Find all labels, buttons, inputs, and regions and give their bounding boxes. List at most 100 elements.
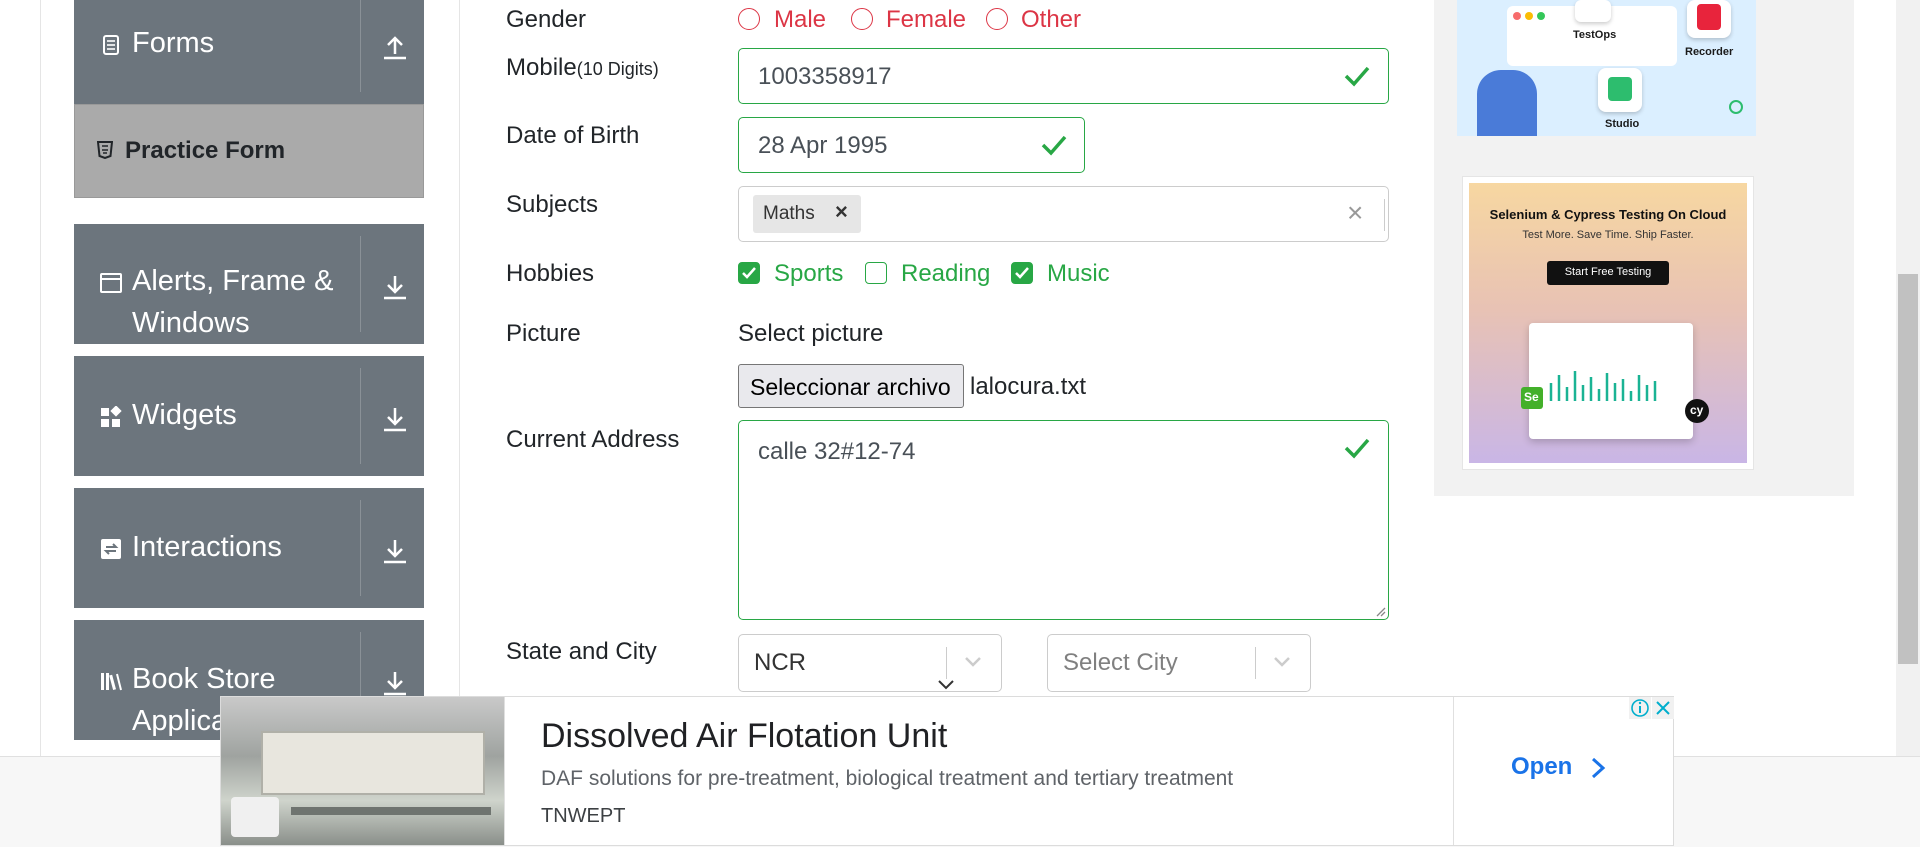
sidebar-group-label: Book Store — [132, 663, 276, 695]
subject-chip-label: Maths — [763, 203, 815, 224]
radio-other[interactable] — [986, 8, 1008, 30]
sidebar-group-label: Forms — [132, 27, 215, 59]
file-upload-button[interactable]: Seleccionar archivo — [738, 364, 964, 408]
checkbox-sports[interactable] — [738, 262, 760, 284]
ad-open-button[interactable]: Open — [1511, 753, 1611, 789]
dashboard-illustration — [1529, 323, 1693, 439]
radio-female[interactable] — [851, 8, 873, 30]
mobile-label: Mobile(10 Digits) — [506, 54, 659, 81]
resize-handle-icon[interactable] — [1374, 605, 1386, 617]
download-arrow-icon[interactable] — [378, 534, 412, 568]
decor-circle — [1729, 100, 1743, 114]
katalon-ad[interactable]: TestOps Recorder Studio — [1457, 0, 1756, 136]
studio-mark — [1608, 77, 1632, 101]
sidebar-item-practice-form[interactable]: Practice Form — [74, 104, 424, 198]
picture-label: Picture — [506, 320, 581, 347]
divider — [360, 236, 361, 332]
download-arrow-icon[interactable] — [378, 666, 412, 700]
sidebar-group-forms[interactable]: Forms — [74, 0, 424, 104]
current-address-label: Current Address — [506, 426, 680, 453]
sidebar-item-label: Practice Form — [125, 137, 286, 164]
sidebar-group-widgets[interactable]: Widgets — [74, 356, 424, 476]
check-icon — [1015, 267, 1029, 279]
chevron-down-icon[interactable] — [1273, 655, 1291, 669]
checkbox-label-music[interactable]: Music — [1047, 260, 1110, 288]
current-address-value: calle 32#12-74 — [758, 438, 916, 465]
pipe-illustration — [291, 807, 491, 815]
chevron-down-icon[interactable] — [964, 655, 982, 669]
download-arrow-icon[interactable] — [378, 270, 412, 304]
testops-logo-icon — [1575, 0, 1611, 22]
chevron-down-icon — [938, 680, 954, 690]
badge-label: Se — [1524, 390, 1539, 404]
ad-title: Selenium & Cypress Testing On Cloud — [1489, 207, 1727, 222]
lambdatest-ad[interactable]: Selenium & Cypress Testing On Cloud Test… — [1462, 176, 1754, 470]
divider — [360, 0, 361, 92]
download-arrow-icon[interactable] — [378, 402, 412, 436]
check-icon — [742, 267, 756, 279]
badge-label: cy — [1690, 403, 1704, 417]
checkbox-label-reading[interactable]: Reading — [901, 260, 990, 288]
current-address-textarea[interactable]: calle 32#12-74 — [738, 420, 1389, 620]
divider — [1453, 697, 1454, 845]
clear-icon[interactable]: × — [1347, 197, 1363, 229]
gender-label: Gender — [506, 6, 587, 33]
container-illustration — [231, 797, 279, 837]
ad-subtitle: Test More. Save Time. Ship Faster. — [1522, 229, 1694, 241]
subjects-label: Subjects — [506, 191, 599, 218]
ad-product-image — [221, 697, 504, 845]
content-border — [459, 0, 460, 756]
radio-label-female[interactable]: Female — [886, 6, 966, 34]
scrollbar-thumb[interactable] — [1898, 274, 1918, 664]
divider — [946, 647, 947, 679]
subject-chip: Maths × — [753, 195, 861, 233]
robot-illustration — [1477, 70, 1537, 136]
close-icon — [1656, 701, 1670, 715]
info-icon — [1631, 699, 1649, 717]
ad-advertiser: TNWEPT — [541, 805, 626, 827]
sidebar-group-label-line2: Applica — [132, 705, 228, 737]
dob-value: 28 Apr 1995 — [758, 132, 888, 159]
city-select-placeholder: Select City — [1063, 649, 1178, 676]
city-select[interactable]: Select City — [1047, 634, 1311, 692]
ad-headline: Dissolved Air Flotation Unit — [541, 717, 948, 755]
radio-label-other[interactable]: Other — [1021, 6, 1081, 34]
ad-close-icon[interactable] — [1652, 697, 1674, 719]
ad-label: TestOps — [1573, 29, 1617, 41]
upload-arrow-icon[interactable] — [378, 30, 412, 64]
chip-remove-icon[interactable]: × — [835, 199, 848, 225]
sidebar-border — [40, 0, 41, 756]
bottom-banner-ad[interactable]: Dissolved Air Flotation Unit DAF solutio… — [220, 696, 1674, 846]
radio-label-male[interactable]: Male — [774, 6, 826, 34]
widgets-icon — [101, 406, 122, 427]
checkbox-label-sports[interactable]: Sports — [774, 260, 843, 288]
recorder-mark — [1697, 4, 1721, 30]
checkbox-reading[interactable] — [865, 262, 887, 284]
recorder-logo-icon — [1687, 0, 1731, 38]
state-select[interactable]: NCR — [738, 634, 1002, 692]
sidebar-group-interactions[interactable]: Interactions — [74, 488, 424, 608]
sidebar-group-alerts[interactable]: Alerts, Frame & Windows — [74, 224, 424, 344]
cypress-badge-icon: cy — [1685, 399, 1709, 423]
state-select-value: NCR — [754, 649, 806, 676]
ad-label: Recorder — [1685, 46, 1734, 58]
dob-input[interactable]: 28 Apr 1995 — [738, 117, 1085, 173]
radio-male[interactable] — [738, 8, 760, 30]
dob-label: Date of Birth — [506, 122, 640, 149]
html5-icon — [97, 141, 113, 159]
check-icon — [1344, 66, 1370, 87]
ad-info-icon[interactable] — [1629, 697, 1651, 719]
checkbox-music[interactable] — [1011, 262, 1033, 284]
divider — [360, 368, 361, 464]
sidebar-group-label: Alerts, Frame & — [132, 265, 334, 297]
sidebar-group-label: Widgets — [132, 399, 237, 431]
window-dot — [1525, 12, 1533, 20]
subjects-input[interactable]: Maths × × — [738, 186, 1389, 242]
hobbies-label: Hobbies — [506, 260, 595, 287]
start-free-testing-button[interactable]: Start Free Testing — [1547, 261, 1669, 285]
ad-button-label: Start Free Testing — [1564, 266, 1652, 278]
window-dot — [1537, 12, 1545, 20]
selenium-badge-icon: Se — [1521, 387, 1543, 409]
mobile-input[interactable]: 1003358917 — [738, 48, 1389, 104]
window-icon — [100, 273, 122, 293]
